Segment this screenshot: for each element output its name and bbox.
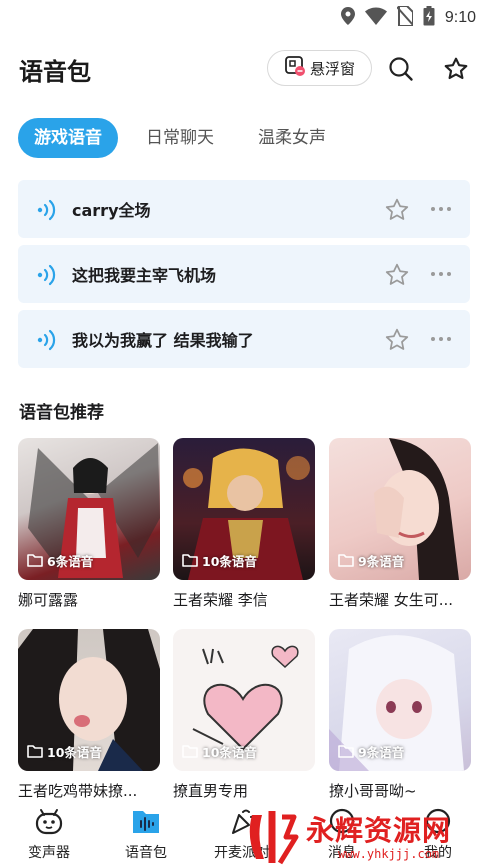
voice-pack-name: 娜可露露 [18, 591, 79, 609]
watermark-logo-icon [249, 811, 299, 865]
voice-count: 6条语音 [27, 551, 93, 570]
voice-list: carry全场 这把我要主宰飞机场 我以为我赢了 结果我输了 [18, 180, 470, 375]
voice-pack-card[interactable]: 6条语音 娜可露露 [18, 438, 160, 610]
voice-label: carry全场 [72, 201, 151, 220]
search-icon[interactable] [386, 54, 416, 84]
watermark-url: www.yhkjjj.com [338, 847, 440, 861]
folder-icon [182, 554, 198, 567]
voice-pack-card[interactable]: 10条语音 王者荣耀 李信 [173, 438, 315, 610]
voice-pack-image: 10条语音 [173, 629, 315, 771]
voice-pack-name: 王者吃鸡带妹撩... [18, 782, 138, 800]
float-window-button[interactable]: 悬浮窗 [267, 50, 372, 86]
star-outline-icon[interactable] [384, 262, 410, 288]
nav-label: 变声器 [28, 845, 70, 861]
voice-item[interactable]: 我以为我赢了 结果我输了 [18, 310, 470, 368]
float-window-icon [284, 55, 306, 81]
more-icon[interactable] [430, 267, 452, 281]
folder-icon [338, 745, 354, 758]
status-bar: 9:10 [0, 0, 488, 34]
voice-pack-card[interactable]: 9条语音 王者荣耀 女生可... [329, 438, 471, 610]
voice-pack-name: 撩直男专用 [173, 782, 249, 800]
sound-wave-icon [37, 264, 56, 286]
voice-count: 9条语音 [338, 551, 404, 570]
voice-pack-name: 王者荣耀 李信 [173, 591, 268, 609]
voice-folder-icon [131, 806, 161, 836]
favorite-star-icon[interactable] [441, 54, 471, 84]
voice-pack-image: 10条语音 [18, 629, 160, 771]
folder-icon [338, 554, 354, 567]
voice-count: 10条语音 [27, 742, 102, 761]
voice-count: 10条语音 [182, 742, 257, 761]
robot-face-icon [34, 806, 64, 836]
voice-pack-card[interactable]: 10条语音 王者吃鸡带妹撩... [18, 629, 160, 801]
sound-wave-icon [37, 329, 56, 351]
voice-pack-name: 撩小哥哥呦~ [329, 782, 417, 800]
float-window-label: 悬浮窗 [309, 59, 355, 78]
location-icon [340, 7, 355, 29]
section-title: 语音包推荐 [19, 403, 104, 423]
voice-label: 我以为我赢了 结果我输了 [72, 331, 254, 350]
more-icon[interactable] [430, 332, 452, 346]
star-outline-icon[interactable] [384, 327, 410, 353]
no-sim-icon [396, 5, 414, 30]
voice-pack-image: 10条语音 [173, 438, 315, 580]
nav-label: 语音包 [125, 845, 167, 861]
battery-icon [423, 6, 435, 30]
header: 语音包 悬浮窗 [0, 48, 488, 90]
nav-item-voice-changer[interactable]: 变声器 [9, 806, 89, 862]
page-title: 语音包 [19, 58, 91, 86]
voice-item[interactable]: carry全场 [18, 180, 470, 238]
tab-game-voice[interactable]: 游戏语音 [18, 118, 118, 158]
sound-wave-icon [37, 199, 56, 221]
folder-icon [182, 745, 198, 758]
voice-item[interactable]: 这把我要主宰飞机场 [18, 245, 470, 303]
voice-pack-image: 6条语音 [18, 438, 160, 580]
wifi-icon [364, 7, 387, 29]
voice-pack-card[interactable]: 10条语音 撩直男专用 [173, 629, 315, 801]
voice-pack-name: 王者荣耀 女生可... [329, 591, 454, 609]
voice-count: 9条语音 [338, 742, 404, 761]
folder-icon [27, 554, 43, 567]
tab-gentle-female[interactable]: 温柔女声 [242, 118, 342, 158]
more-icon[interactable] [430, 202, 452, 216]
voice-count: 10条语音 [182, 551, 257, 570]
watermark-text: 永辉资源网 [306, 814, 452, 847]
category-tabs: 游戏语音 日常聊天 温柔女声 [18, 118, 354, 158]
nav-item-voice-pack[interactable]: 语音包 [106, 806, 186, 862]
watermark: 永辉资源网 www.yhkjjj.com [240, 807, 488, 867]
voice-pack-image: 9条语音 [329, 629, 471, 771]
folder-icon [27, 745, 43, 758]
voice-label: 这把我要主宰飞机场 [72, 266, 217, 285]
status-time: 9:10 [444, 9, 476, 26]
voice-pack-image: 9条语音 [329, 438, 471, 580]
tab-daily-chat[interactable]: 日常聊天 [130, 118, 230, 158]
star-outline-icon[interactable] [384, 197, 410, 223]
voice-pack-card[interactable]: 9条语音 撩小哥哥呦~ [329, 629, 471, 801]
status-icons: 9:10 [340, 5, 476, 30]
